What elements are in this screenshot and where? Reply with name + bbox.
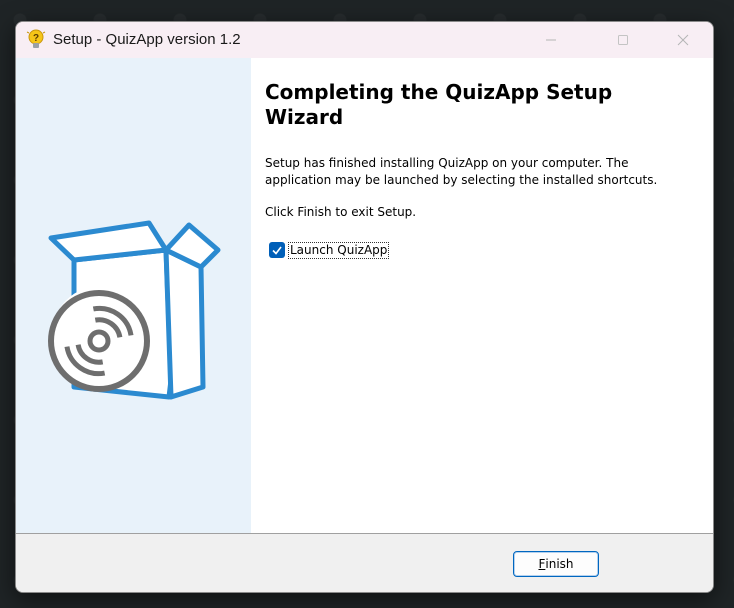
launch-checkbox[interactable] — [269, 242, 285, 258]
launch-checkbox-row[interactable]: Launch QuizApp — [269, 241, 390, 259]
window-title: Setup - QuizApp version 1.2 — [53, 31, 241, 48]
maximize-button[interactable] — [594, 22, 652, 58]
wizard-footer: Finish — [16, 533, 713, 592]
svg-text:?: ? — [33, 33, 39, 44]
minimize-icon — [546, 39, 556, 41]
maximize-icon — [618, 35, 628, 45]
minimize-button[interactable] — [522, 22, 580, 58]
close-icon — [677, 34, 689, 46]
title-bar[interactable]: ? Setup - QuizApp version 1.2 — [16, 22, 713, 58]
wizard-content: Completing the QuizApp Setup Wizard Setu… — [251, 58, 713, 533]
finish-button-mnemonic: F — [538, 557, 546, 571]
finish-button-label: inish — [545, 557, 574, 571]
page-title: Completing the QuizApp Setup Wizard — [265, 80, 613, 129]
wizard-side-panel — [16, 58, 251, 533]
finished-message: Setup has finished installing QuizApp on… — [265, 156, 658, 187]
close-button[interactable] — [654, 22, 712, 58]
launch-checkbox-label[interactable]: Launch QuizApp — [287, 241, 390, 259]
box-with-disc-icon — [41, 205, 221, 410]
finish-button[interactable]: Finish — [513, 551, 599, 577]
lightbulb-question-icon: ? — [26, 29, 46, 51]
checkmark-icon — [272, 246, 282, 255]
setup-window: ? Setup - QuizApp version 1.2 Completing… — [15, 21, 714, 593]
exit-instruction: Click Finish to exit Setup. — [265, 205, 417, 219]
